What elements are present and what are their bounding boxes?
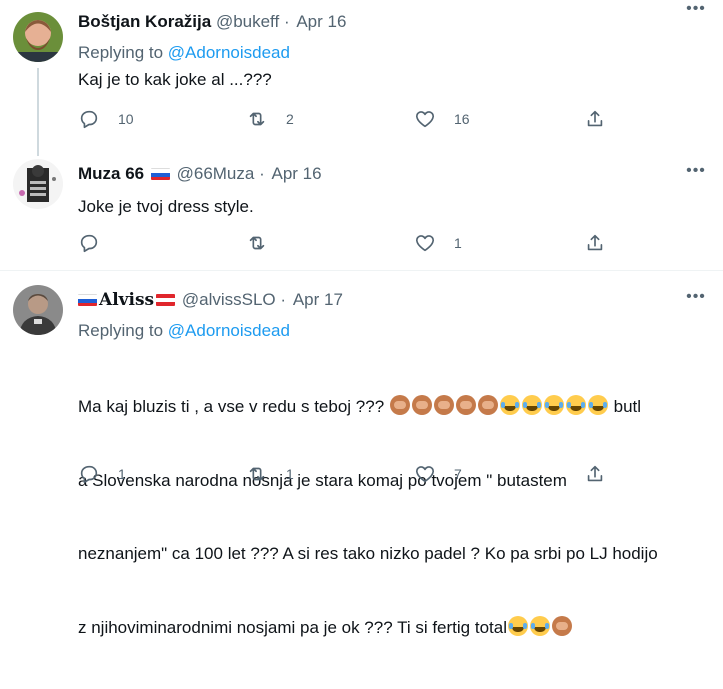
reply-icon — [80, 110, 98, 129]
tears-of-joy-icon — [587, 395, 608, 415]
timestamp[interactable]: Apr 16 — [272, 164, 322, 183]
display-name[interactable]: Muza 66 — [78, 164, 144, 183]
handle[interactable]: @alvissSLO — [182, 290, 276, 309]
handle[interactable]: @bukeff — [216, 12, 279, 31]
like-count: 7 — [454, 466, 462, 482]
tears-of-joy-icon — [499, 395, 520, 415]
thread-line — [37, 145, 39, 156]
action-bar: 1 — [78, 231, 707, 255]
like-icon — [415, 466, 435, 483]
retweet-icon — [249, 467, 265, 481]
tweet-bukeff[interactable]: Boštjan Koražija @bukeff · Apr 16 ••• Re… — [0, 0, 723, 145]
like-button[interactable]: 7 — [414, 462, 462, 486]
tweet-text: Ma kaj bluzis ti , a vse v redu s teboj … — [78, 346, 718, 689]
like-count: 16 — [454, 111, 470, 127]
share-icon — [587, 110, 603, 127]
share-button[interactable] — [584, 107, 606, 131]
retweet-button[interactable]: 2 — [246, 107, 294, 131]
retweet-icon — [249, 236, 265, 250]
handle[interactable]: @66Muza — [177, 164, 255, 183]
reply-button[interactable]: 1 — [78, 462, 126, 486]
tears-of-joy-icon — [543, 395, 564, 415]
text-line-1: Ma kaj bluzis ti , a vse v redu s teboj … — [78, 395, 642, 416]
more-icon[interactable]: ••• — [685, 163, 707, 179]
mention-link[interactable]: @Adornoisdead — [168, 321, 290, 340]
tears-of-joy-icon — [529, 615, 550, 636]
separator-dot: · — [283, 12, 290, 31]
retweet-button[interactable] — [246, 231, 286, 255]
avatar[interactable] — [13, 285, 63, 335]
more-icon[interactable]: ••• — [685, 289, 707, 305]
display-name[interactable]: Alviss — [99, 290, 154, 310]
see-no-evil-monkey-icon — [411, 395, 432, 415]
tears-of-joy-icon — [521, 395, 542, 415]
text-line-4: z njihoviminarodnimi nosjami pa je ok ??… — [78, 615, 718, 641]
share-icon — [587, 465, 603, 482]
see-no-evil-monkey-icon — [433, 395, 454, 415]
slovenia-flag-icon — [78, 294, 97, 306]
reply-button[interactable]: 10 — [78, 107, 134, 131]
like-button[interactable]: 16 — [414, 107, 470, 131]
retweet-count: 2 — [286, 111, 294, 127]
tweet-text: Joke je tvoj dress style. — [78, 197, 254, 216]
avatar[interactable] — [13, 12, 63, 62]
see-no-evil-monkey-icon — [389, 395, 410, 415]
retweet-icon — [249, 112, 265, 126]
tweet-header: Muza 66 @66Muza · Apr 16 — [78, 163, 322, 185]
share-icon — [587, 234, 603, 251]
action-bar: 1 1 7 — [78, 462, 707, 486]
action-bar: 10 2 16 — [78, 107, 707, 131]
reply-count: 1 — [118, 466, 126, 482]
tweet-66muza[interactable]: Muza 66 @66Muza · Apr 16 ••• Joke je tvo… — [0, 145, 723, 271]
see-no-evil-monkey-icon — [477, 395, 498, 415]
text-line-3: neznanjem" ca 100 let ??? A si res tako … — [78, 544, 658, 563]
timestamp[interactable]: Apr 17 — [293, 290, 343, 309]
reply-count: 10 — [118, 111, 134, 127]
austria-flag-icon — [156, 294, 176, 306]
like-icon — [415, 111, 435, 128]
replying-to: Replying to @Adornoisdead — [78, 42, 290, 64]
more-icon[interactable]: ••• — [685, 1, 707, 17]
timestamp[interactable]: Apr 16 — [296, 12, 346, 31]
tears-of-joy-icon — [507, 615, 528, 636]
tweet-header: Alviss @alvissSLO · Apr 17 — [78, 289, 343, 311]
separator-dot: · — [280, 290, 287, 309]
retweet-button[interactable]: 1 — [246, 462, 294, 486]
like-button[interactable]: 1 — [414, 231, 462, 255]
retweet-count: 1 — [286, 466, 294, 482]
reply-button[interactable] — [78, 231, 118, 255]
reply-icon — [80, 234, 98, 253]
tears-of-joy-icon — [565, 395, 586, 415]
like-count: 1 — [454, 235, 462, 251]
like-icon — [415, 235, 435, 252]
reply-icon — [80, 465, 98, 484]
display-name[interactable]: Boštjan Koražija — [78, 12, 211, 31]
see-no-evil-monkey-icon — [455, 395, 476, 415]
mention-link[interactable]: @Adornoisdead — [168, 43, 290, 62]
tweet-header: Boštjan Koražija @bukeff · Apr 16 — [78, 11, 346, 33]
separator-dot: · — [259, 164, 265, 183]
slovenia-flag-icon — [150, 168, 170, 180]
thread-line — [37, 68, 39, 145]
replying-to: Replying to @Adornoisdead — [78, 320, 290, 342]
replying-prefix: Replying to — [78, 321, 168, 340]
share-button[interactable] — [584, 231, 606, 255]
share-button[interactable] — [584, 462, 606, 486]
see-no-evil-monkey-icon — [551, 615, 572, 636]
replying-prefix: Replying to — [78, 43, 168, 62]
tweet-alvissslo[interactable]: Alviss @alvissSLO · Apr 17 ••• Replying … — [0, 272, 723, 637]
tweet-text: Kaj je to kak joke al ...??? — [78, 70, 272, 89]
avatar[interactable] — [13, 159, 63, 209]
